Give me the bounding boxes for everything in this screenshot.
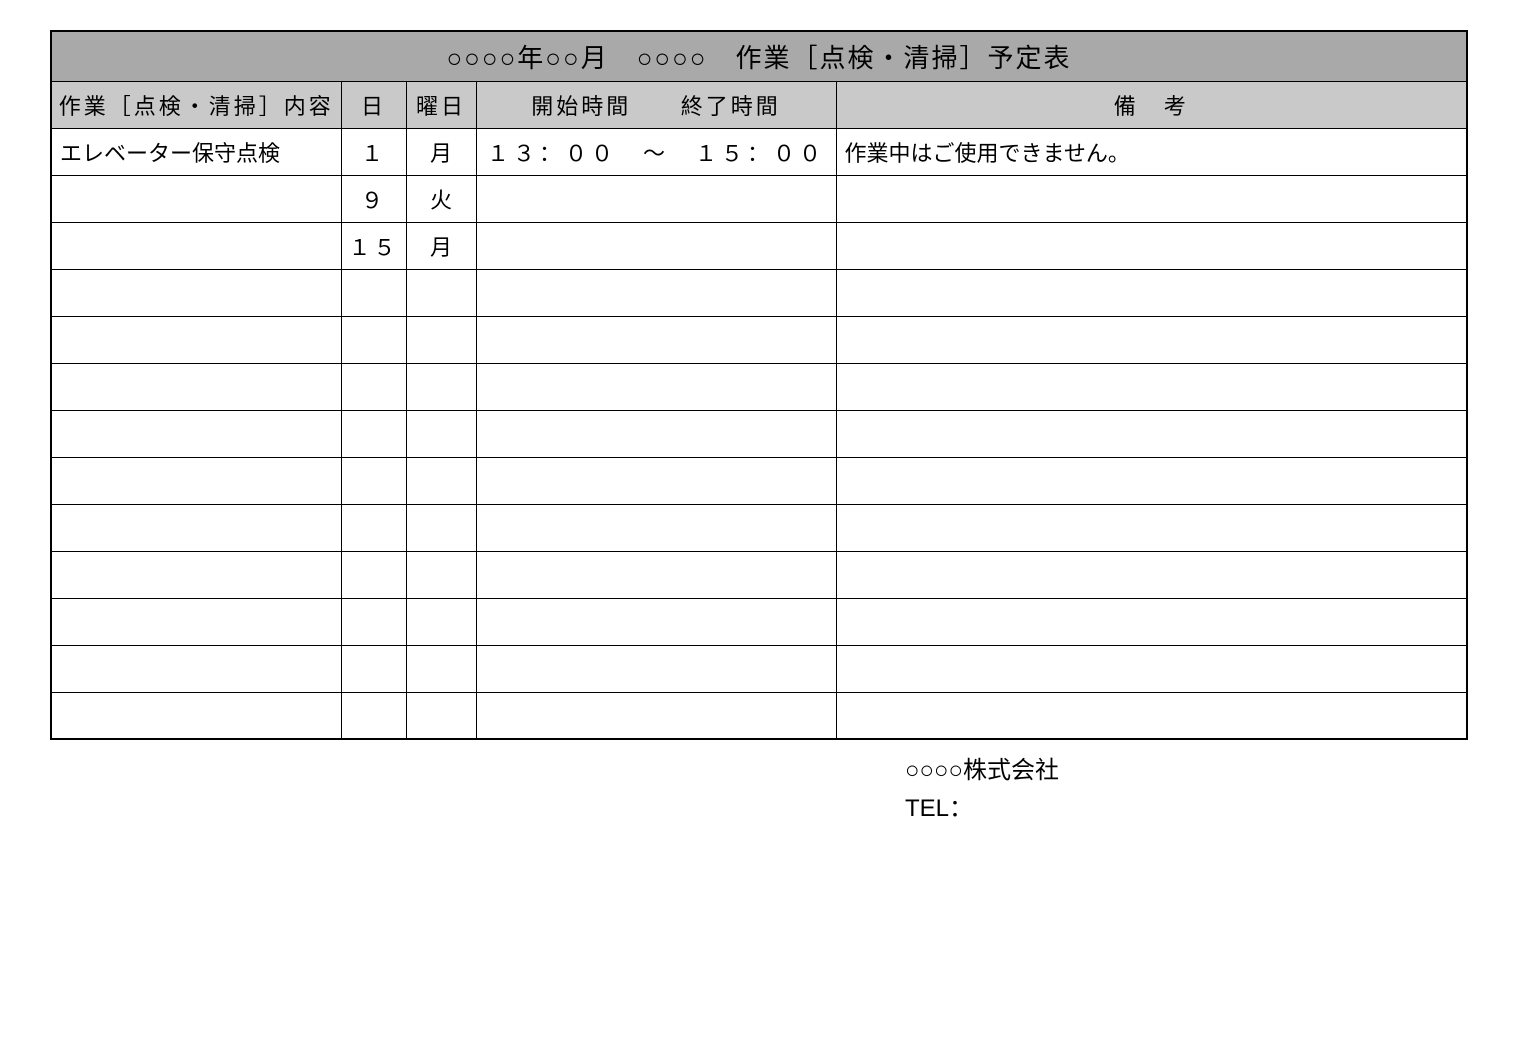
cell-task	[51, 175, 341, 222]
cell-day	[341, 692, 406, 739]
header-day: 日	[341, 81, 406, 128]
cell-time	[476, 410, 836, 457]
cell-task	[51, 457, 341, 504]
cell-task	[51, 598, 341, 645]
cell-task	[51, 222, 341, 269]
table-row	[51, 504, 1467, 551]
cell-time	[476, 645, 836, 692]
header-note: 備 考	[836, 81, 1467, 128]
cell-task	[51, 410, 341, 457]
table-body: エレベーター保守点検１月１３：００ ～ １５：００作業中はご使用できません。９火…	[51, 128, 1467, 739]
cell-weekday	[406, 363, 476, 410]
cell-weekday	[406, 598, 476, 645]
cell-note	[836, 222, 1467, 269]
table-row: １５月	[51, 222, 1467, 269]
cell-time	[476, 457, 836, 504]
cell-day	[341, 504, 406, 551]
cell-weekday	[406, 504, 476, 551]
cell-time	[476, 598, 836, 645]
cell-task	[51, 363, 341, 410]
cell-weekday	[406, 316, 476, 363]
cell-task	[51, 504, 341, 551]
cell-day	[341, 598, 406, 645]
cell-task: エレベーター保守点検	[51, 128, 341, 175]
header-task: 作業［点検・清掃］内容	[51, 81, 341, 128]
cell-note	[836, 645, 1467, 692]
cell-day: １５	[341, 222, 406, 269]
cell-time	[476, 175, 836, 222]
cell-weekday	[406, 269, 476, 316]
header-start-time: 開始時間	[531, 89, 631, 121]
header-weekday: 曜日	[406, 81, 476, 128]
cell-day	[341, 316, 406, 363]
cell-day	[341, 551, 406, 598]
cell-weekday	[406, 410, 476, 457]
table-row	[51, 457, 1467, 504]
cell-day	[341, 269, 406, 316]
cell-note	[836, 692, 1467, 739]
cell-day: １	[341, 128, 406, 175]
tel-label: TEL：	[905, 790, 1468, 828]
table-row	[51, 316, 1467, 363]
cell-time	[476, 692, 836, 739]
cell-time	[476, 316, 836, 363]
cell-note	[836, 598, 1467, 645]
cell-time	[476, 269, 836, 316]
table-row	[51, 551, 1467, 598]
cell-time	[476, 222, 836, 269]
cell-note	[836, 316, 1467, 363]
table-row	[51, 363, 1467, 410]
table-row	[51, 269, 1467, 316]
cell-day: ９	[341, 175, 406, 222]
cell-day	[341, 410, 406, 457]
table-row	[51, 410, 1467, 457]
cell-weekday	[406, 645, 476, 692]
schedule-table: ○○○○年○○月 ○○○○ 作業［点検・清掃］予定表 作業［点検・清掃］内容 日…	[50, 30, 1468, 740]
cell-weekday: 火	[406, 175, 476, 222]
table-row: ９火	[51, 175, 1467, 222]
cell-time: １３：００ ～ １５：００	[476, 128, 836, 175]
header-time: 開始時間 終了時間	[476, 81, 836, 128]
table-row	[51, 645, 1467, 692]
cell-time	[476, 504, 836, 551]
cell-note	[836, 457, 1467, 504]
cell-note	[836, 504, 1467, 551]
table-row	[51, 598, 1467, 645]
cell-weekday	[406, 551, 476, 598]
footer: ○○○○株式会社 TEL：	[905, 752, 1468, 828]
cell-note	[836, 551, 1467, 598]
cell-task	[51, 316, 341, 363]
cell-day	[341, 457, 406, 504]
cell-weekday	[406, 457, 476, 504]
cell-note	[836, 269, 1467, 316]
cell-note: 作業中はご使用できません。	[836, 128, 1467, 175]
cell-time	[476, 551, 836, 598]
header-end-time: 終了時間	[681, 89, 781, 121]
cell-time	[476, 363, 836, 410]
company-name: ○○○○株式会社	[905, 752, 1468, 790]
table-row: エレベーター保守点検１月１３：００ ～ １５：００作業中はご使用できません。	[51, 128, 1467, 175]
cell-note	[836, 363, 1467, 410]
cell-day	[341, 363, 406, 410]
cell-day	[341, 645, 406, 692]
cell-note	[836, 410, 1467, 457]
cell-weekday: 月	[406, 222, 476, 269]
table-title: ○○○○年○○月 ○○○○ 作業［点検・清掃］予定表	[51, 31, 1467, 81]
cell-weekday	[406, 692, 476, 739]
cell-task	[51, 692, 341, 739]
cell-weekday: 月	[406, 128, 476, 175]
cell-note	[836, 175, 1467, 222]
cell-task	[51, 269, 341, 316]
table-row	[51, 692, 1467, 739]
cell-task	[51, 551, 341, 598]
cell-task	[51, 645, 341, 692]
